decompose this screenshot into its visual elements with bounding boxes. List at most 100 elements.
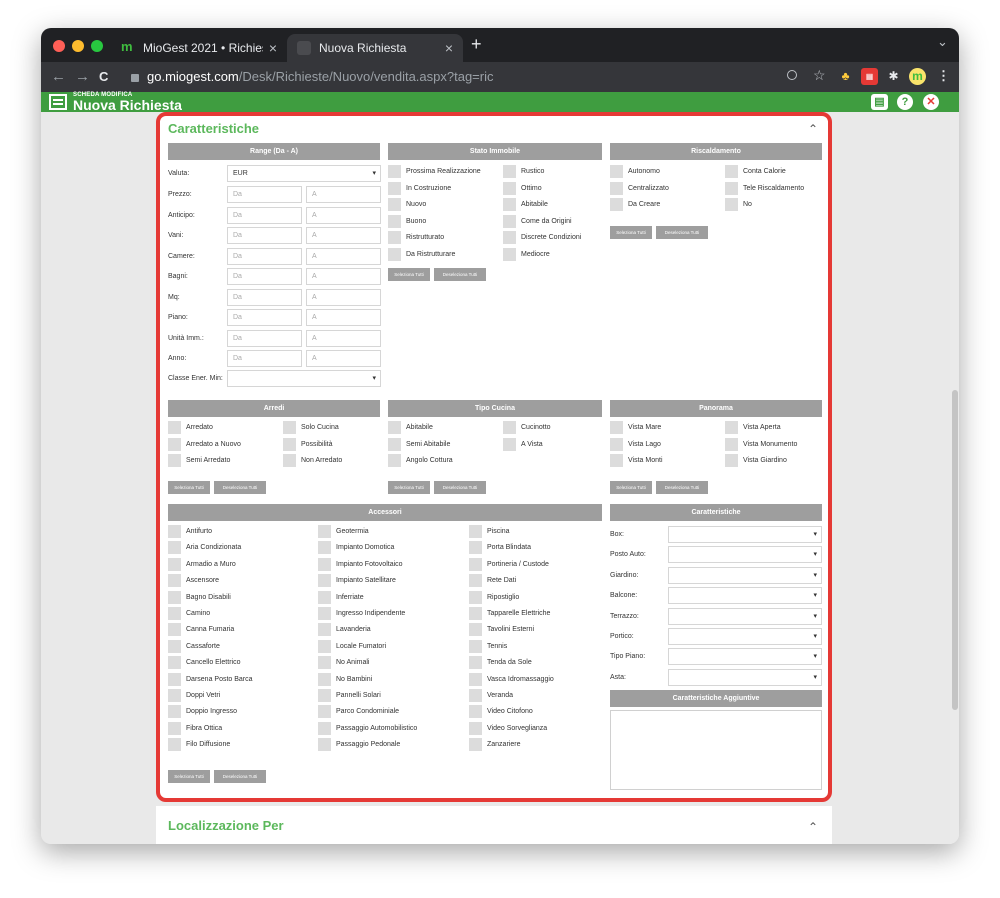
- checkbox[interactable]: [388, 198, 401, 211]
- range-to-input[interactable]: A: [306, 247, 381, 265]
- checkbox[interactable]: [168, 639, 181, 653]
- checkbox[interactable]: [168, 689, 181, 702]
- checkbox[interactable]: [610, 421, 623, 434]
- back-icon[interactable]: ←: [51, 68, 66, 86]
- select-all-button[interactable]: Seleziona Tutti: [610, 481, 652, 494]
- checkbox[interactable]: [318, 525, 331, 538]
- range-to-input[interactable]: A: [306, 350, 381, 367]
- checkbox[interactable]: [610, 454, 623, 467]
- range-to-input[interactable]: A: [306, 206, 381, 224]
- checkbox[interactable]: [318, 541, 331, 555]
- tab-nuova-richiesta[interactable]: Nuova Richiesta ×: [287, 34, 463, 62]
- caratteristica-select[interactable]: ▾: [668, 566, 822, 584]
- checkbox[interactable]: [318, 738, 331, 752]
- checkbox[interactable]: [168, 623, 181, 637]
- checkbox[interactable]: [318, 656, 331, 670]
- checkbox[interactable]: [168, 454, 181, 467]
- range-to-input[interactable]: A: [306, 227, 381, 244]
- checkbox[interactable]: [168, 705, 181, 719]
- checkbox[interactable]: [388, 247, 401, 261]
- new-tab-button[interactable]: +: [471, 34, 482, 55]
- tab-search-chevron-icon[interactable]: ⌄: [937, 34, 948, 50]
- close-window-dot[interactable]: [53, 40, 65, 52]
- checkbox[interactable]: [318, 623, 331, 637]
- classe-select[interactable]: ▾: [227, 370, 381, 387]
- aggiuntive-textarea[interactable]: [610, 710, 822, 790]
- checkbox[interactable]: [388, 421, 401, 434]
- tab-miogest-richieste[interactable]: m MioGest 2021 • Richieste ×: [111, 34, 287, 62]
- select-all-button[interactable]: Seleziona Tutti: [610, 226, 652, 239]
- checkbox[interactable]: [469, 639, 482, 653]
- deselect-all-button[interactable]: Deseleziona Tutti: [434, 268, 486, 281]
- caratteristica-select[interactable]: ▾: [668, 546, 822, 564]
- checkbox[interactable]: [388, 165, 401, 178]
- tab-close-icon[interactable]: ×: [445, 40, 453, 56]
- minimize-window-dot[interactable]: [72, 40, 84, 52]
- checkbox[interactable]: [503, 247, 516, 261]
- select-all-button[interactable]: Seleziona Tutti: [388, 268, 430, 281]
- checkbox[interactable]: [168, 607, 181, 620]
- checkbox[interactable]: [318, 590, 331, 604]
- checkbox[interactable]: [469, 623, 482, 637]
- checkbox[interactable]: [168, 590, 181, 604]
- checkbox[interactable]: [469, 721, 482, 735]
- checkbox[interactable]: [318, 672, 331, 686]
- extension-calendar-icon[interactable]: ▦: [861, 68, 878, 85]
- checkbox[interactable]: [725, 181, 738, 195]
- zoom-icon[interactable]: [787, 70, 797, 80]
- checkbox[interactable]: [283, 421, 296, 434]
- checkbox[interactable]: [168, 557, 181, 571]
- checkbox[interactable]: [388, 214, 401, 228]
- checkbox[interactable]: [168, 525, 181, 538]
- select-all-button[interactable]: Seleziona Tutti: [168, 770, 210, 783]
- checkbox[interactable]: [725, 454, 738, 467]
- checkbox[interactable]: [469, 590, 482, 604]
- valuta-select[interactable]: EUR ▾: [227, 165, 381, 182]
- checkbox[interactable]: [469, 574, 482, 588]
- checkbox[interactable]: [388, 437, 401, 451]
- checkbox[interactable]: [388, 454, 401, 467]
- caratteristica-select[interactable]: ▾: [668, 587, 822, 605]
- checkbox[interactable]: [469, 738, 482, 752]
- checkbox[interactable]: [283, 437, 296, 451]
- checkbox[interactable]: [503, 198, 516, 211]
- checkbox[interactable]: [503, 437, 516, 451]
- forward-icon[interactable]: →: [75, 68, 90, 86]
- caratteristica-select[interactable]: ▾: [668, 668, 822, 686]
- bookmark-star-icon[interactable]: ☆: [813, 67, 826, 84]
- deselect-all-button[interactable]: Deseleziona Tutti: [434, 481, 486, 494]
- reload-icon[interactable]: C: [99, 68, 108, 86]
- profile-avatar-icon[interactable]: m: [909, 68, 926, 85]
- deselect-all-button[interactable]: Deseleziona Tutti: [214, 770, 266, 783]
- deselect-all-button[interactable]: Deseleziona Tutti: [214, 481, 266, 494]
- caratteristica-select[interactable]: ▾: [668, 526, 822, 543]
- checkbox[interactable]: [503, 231, 516, 244]
- checkbox[interactable]: [503, 421, 516, 434]
- range-from-input[interactable]: Da: [227, 206, 302, 224]
- extension-tree-icon[interactable]: ♣: [837, 68, 854, 85]
- checkbox[interactable]: [318, 705, 331, 719]
- checkbox[interactable]: [318, 557, 331, 571]
- caratteristica-select[interactable]: ▾: [668, 648, 822, 666]
- range-from-input[interactable]: Da: [227, 227, 302, 244]
- caratteristica-select[interactable]: ▾: [668, 607, 822, 625]
- deselect-all-button[interactable]: Deseleziona Tutti: [656, 226, 708, 239]
- checkbox[interactable]: [725, 437, 738, 451]
- checkbox[interactable]: [168, 574, 181, 588]
- checkbox[interactable]: [168, 656, 181, 670]
- tab-close-icon[interactable]: ×: [269, 40, 277, 56]
- checkbox[interactable]: [469, 525, 482, 538]
- checkbox[interactable]: [469, 705, 482, 719]
- checkbox[interactable]: [168, 421, 181, 434]
- checkbox[interactable]: [725, 198, 738, 211]
- checkbox[interactable]: [469, 656, 482, 670]
- checkbox[interactable]: [318, 574, 331, 588]
- range-from-input[interactable]: Da: [227, 350, 302, 367]
- collapse-chevron-icon[interactable]: ⌃: [808, 122, 820, 136]
- checkbox[interactable]: [469, 689, 482, 702]
- checkbox[interactable]: [318, 721, 331, 735]
- range-from-input[interactable]: Da: [227, 247, 302, 265]
- checkbox[interactable]: [725, 165, 738, 178]
- checkbox[interactable]: [503, 181, 516, 195]
- close-form-button[interactable]: ✕: [923, 94, 939, 110]
